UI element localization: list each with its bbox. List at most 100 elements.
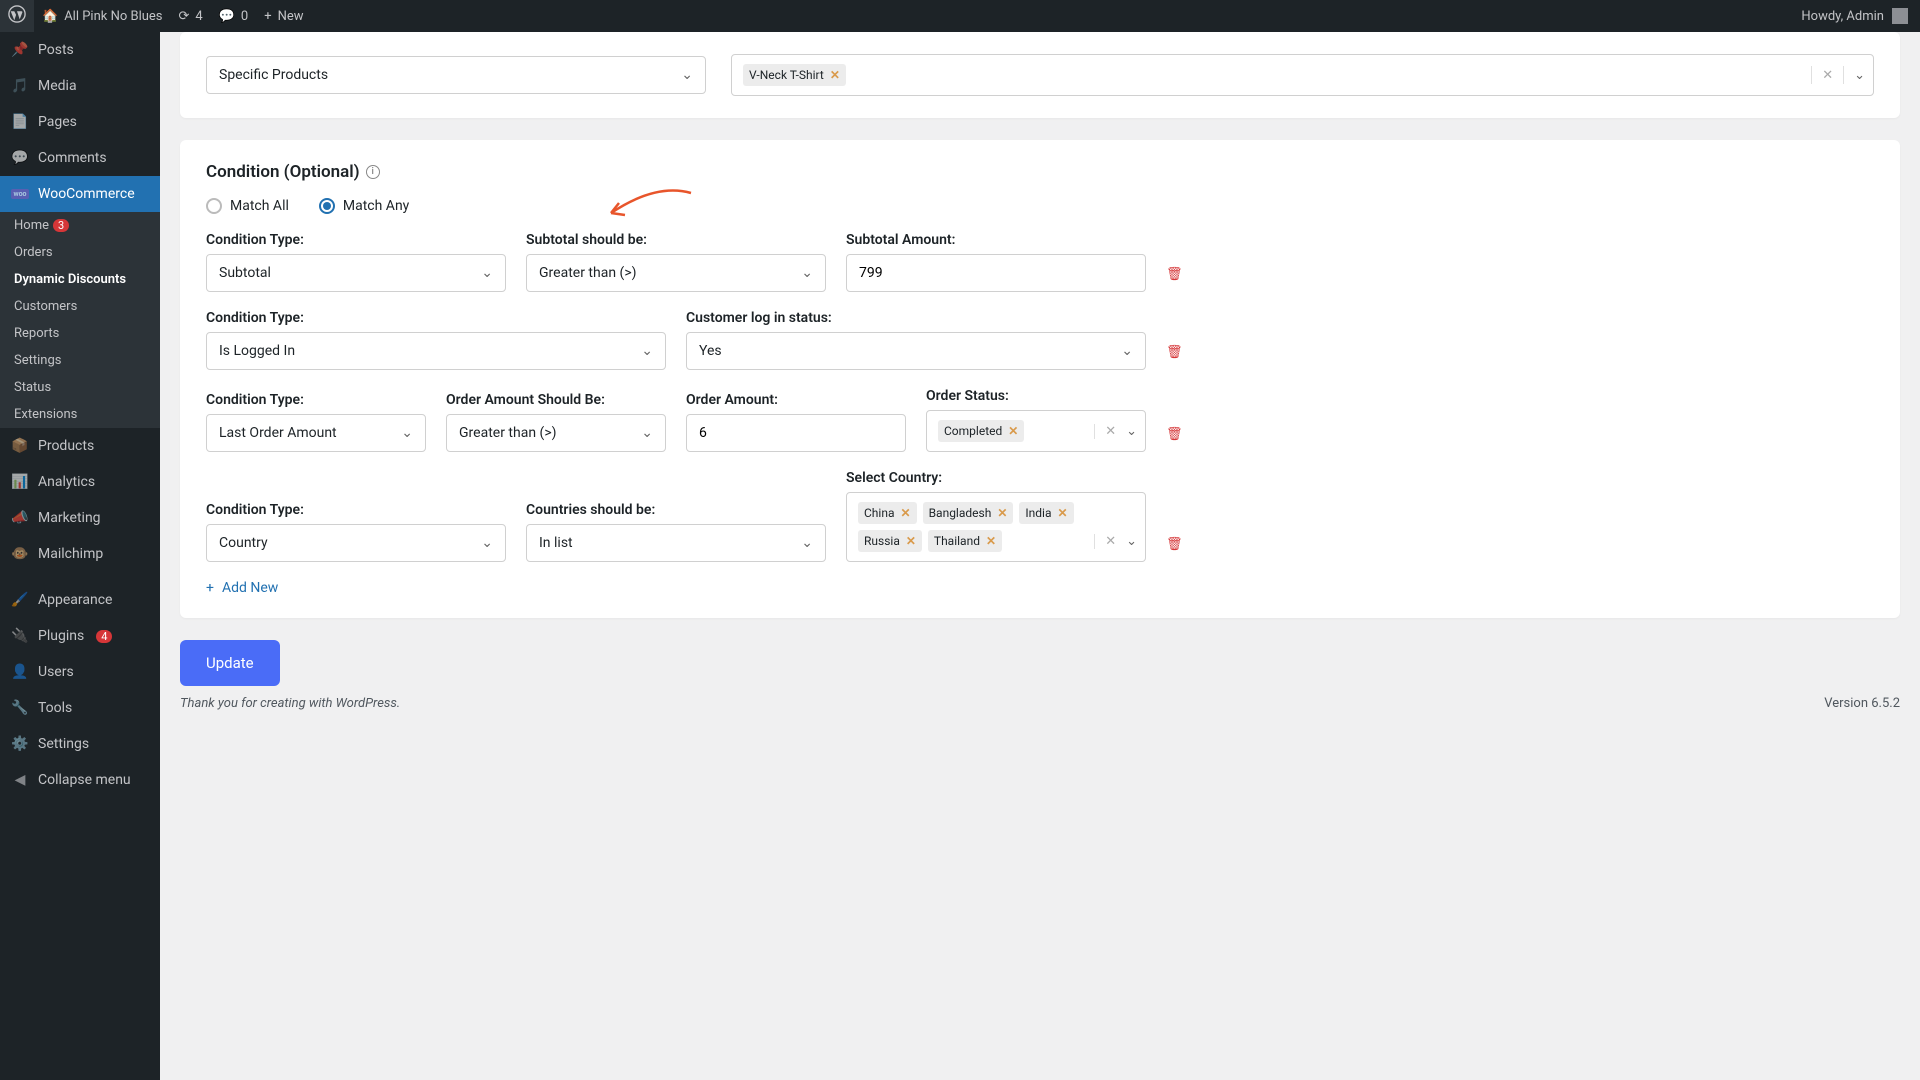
submenu-home[interactable]: Home3 (0, 212, 160, 239)
mailchimp-icon: 🐵 (10, 544, 30, 564)
remove-tag-icon[interactable]: ✕ (830, 68, 840, 82)
country-tag: Russia✕ (858, 530, 922, 552)
delete-row-icon[interactable]: 🗑 (1166, 267, 1183, 292)
section-title: Condition (Optional)i (206, 162, 1874, 182)
refresh-icon: ⟳ (179, 9, 190, 24)
info-icon[interactable]: i (366, 165, 380, 179)
wp-logo[interactable] (0, 0, 34, 32)
field-label: Condition Type: (206, 502, 506, 518)
delete-row-icon[interactable]: 🗑 (1166, 537, 1183, 562)
site-link[interactable]: 🏠All Pink No Blues (34, 0, 171, 32)
chevron-down-icon: ⌄ (641, 343, 653, 359)
chevron-down-icon: ⌄ (401, 425, 413, 441)
field-label: Subtotal should be: (526, 232, 826, 248)
menu-woocommerce[interactable]: wooWooCommerce (0, 176, 160, 212)
submenu-settings[interactable]: Settings (0, 347, 160, 374)
footer-thanks: Thank you for creating with WordPress. (180, 696, 400, 711)
remove-tag-icon[interactable]: ✕ (901, 506, 911, 520)
analytics-icon: 📊 (10, 472, 30, 492)
order-amount-input[interactable] (686, 414, 906, 452)
menu-tools[interactable]: 🔧Tools (0, 690, 160, 726)
add-new-button[interactable]: +Add New (206, 580, 1874, 596)
clear-all-icon[interactable]: ✕ (1105, 424, 1116, 439)
product-icon: 📦 (10, 436, 30, 456)
field-label: Condition Type: (206, 392, 426, 408)
menu-users[interactable]: 👤Users (0, 654, 160, 690)
radio-match-all[interactable]: Match All (206, 198, 289, 214)
condition-type-select[interactable]: Last Order Amount⌄ (206, 414, 426, 452)
order-amount-operator-select[interactable]: Greater than (>)⌄ (446, 414, 666, 452)
condition-type-select[interactable]: Subtotal⌄ (206, 254, 506, 292)
chevron-down-icon[interactable]: ⌄ (1126, 424, 1137, 439)
menu-appearance[interactable]: 🖌️Appearance (0, 582, 160, 618)
user-icon: 👤 (10, 662, 30, 682)
product-scope-select[interactable]: Specific Products ⌄ (206, 56, 706, 94)
condition-row: Condition Type:Country⌄ Countries should… (206, 470, 1874, 562)
delete-row-icon[interactable]: 🗑 (1166, 345, 1183, 370)
remove-tag-icon[interactable]: ✕ (997, 506, 1007, 520)
countries-operator-select[interactable]: In list⌄ (526, 524, 826, 562)
menu-mailchimp[interactable]: 🐵Mailchimp (0, 536, 160, 572)
comments-link[interactable]: 💬0 (211, 0, 257, 32)
product-scope-value: Specific Products (219, 67, 328, 83)
footer-version: Version 6.5.2 (1824, 696, 1900, 711)
menu-settings[interactable]: ⚙️Settings (0, 726, 160, 762)
chevron-down-icon[interactable]: ⌄ (1854, 68, 1865, 83)
delete-row-icon[interactable]: 🗑 (1166, 427, 1183, 452)
wordpress-icon (8, 5, 26, 27)
menu-products[interactable]: 📦Products (0, 428, 160, 464)
condition-type-select[interactable]: Country⌄ (206, 524, 506, 562)
media-icon: 🎵 (10, 76, 30, 96)
menu-comments[interactable]: 💬Comments (0, 140, 160, 176)
chevron-down-icon: ⌄ (641, 425, 653, 441)
menu-marketing[interactable]: 📣Marketing (0, 500, 160, 536)
remove-tag-icon[interactable]: ✕ (986, 534, 996, 548)
remove-tag-icon[interactable]: ✕ (1057, 506, 1067, 520)
submenu-status[interactable]: Status (0, 374, 160, 401)
plus-icon: + (206, 580, 214, 596)
submenu-dynamic-discounts[interactable]: Dynamic Discounts (0, 266, 160, 293)
menu-plugins[interactable]: 🔌Plugins4 (0, 618, 160, 654)
chevron-down-icon: ⌄ (481, 265, 493, 281)
condition-type-select[interactable]: Is Logged In⌄ (206, 332, 666, 370)
admin-sidebar: 📌Posts 🎵Media 📄Pages 💬Comments wooWooCom… (0, 32, 160, 1080)
menu-pages[interactable]: 📄Pages (0, 104, 160, 140)
updates-link[interactable]: ⟳4 (171, 0, 211, 32)
product-tag: V-Neck T-Shirt✕ (743, 64, 846, 86)
subtotal-amount-input[interactable] (846, 254, 1146, 292)
admin-bar: 🏠All Pink No Blues ⟳4 💬0 +New Howdy, Adm… (0, 0, 1920, 32)
country-tag: China✕ (858, 502, 917, 524)
chevron-down-icon[interactable]: ⌄ (1126, 534, 1137, 549)
menu-collapse[interactable]: ◀Collapse menu (0, 762, 160, 798)
radio-match-any[interactable]: Match Any (319, 198, 409, 214)
account-menu[interactable]: Howdy, Admin (1789, 8, 1920, 24)
remove-tag-icon[interactable]: ✕ (1008, 424, 1018, 438)
clear-all-icon[interactable]: ✕ (1822, 68, 1833, 83)
country-tag: Bangladesh✕ (923, 502, 1014, 524)
submenu-reports[interactable]: Reports (0, 320, 160, 347)
menu-posts[interactable]: 📌Posts (0, 32, 160, 68)
remove-tag-icon[interactable]: ✕ (906, 534, 916, 548)
menu-media[interactable]: 🎵Media (0, 68, 160, 104)
submenu-customers[interactable]: Customers (0, 293, 160, 320)
woocommerce-submenu: Home3 Orders Dynamic Discounts Customers… (0, 212, 160, 428)
match-radios: Match All Match Any (206, 198, 1874, 214)
clear-all-icon[interactable]: ✕ (1105, 534, 1116, 549)
country-tags[interactable]: China✕ Bangladesh✕ India✕ Russia✕ Thaila… (846, 492, 1146, 562)
plugin-icon: 🔌 (10, 626, 30, 646)
subtotal-operator-select[interactable]: Greater than (>)⌄ (526, 254, 826, 292)
login-status-select[interactable]: Yes⌄ (686, 332, 1146, 370)
new-link[interactable]: +New (256, 0, 311, 32)
update-button[interactable]: Update (180, 640, 280, 686)
order-status-tags[interactable]: Completed✕ ✕⌄ (926, 410, 1146, 452)
annotation-arrow-icon (606, 188, 696, 218)
collapse-icon: ◀ (10, 770, 30, 790)
submenu-orders[interactable]: Orders (0, 239, 160, 266)
product-tags[interactable]: V-Neck T-Shirt✕ ✕ ⌄ (731, 54, 1874, 96)
submenu-extensions[interactable]: Extensions (0, 401, 160, 428)
footer: Thank you for creating with WordPress. V… (180, 686, 1900, 721)
menu-analytics[interactable]: 📊Analytics (0, 464, 160, 500)
plugins-badge: 4 (96, 630, 112, 643)
site-name: All Pink No Blues (64, 9, 162, 24)
chevron-down-icon: ⌄ (801, 265, 813, 281)
